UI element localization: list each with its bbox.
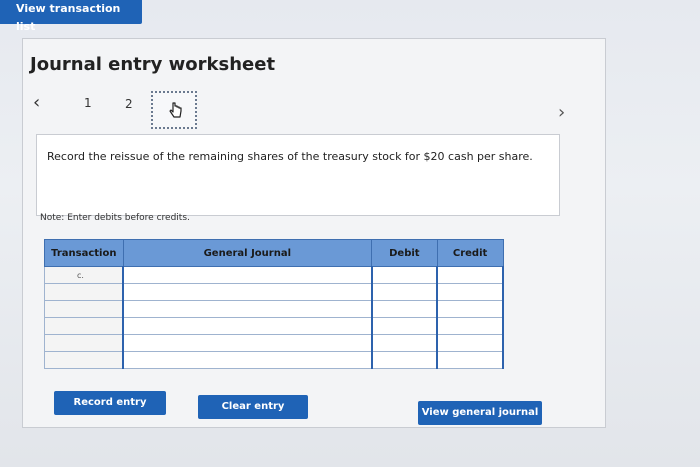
debit-input[interactable]	[371, 334, 439, 352]
record-entry-button[interactable]: Record entry	[54, 391, 166, 415]
table-row	[44, 317, 504, 335]
general-journal-input[interactable]	[122, 334, 373, 352]
credit-header: Credit	[436, 239, 504, 267]
page-1-link[interactable]: 1	[84, 96, 92, 110]
table-row	[44, 351, 504, 369]
table-row	[44, 334, 504, 352]
transaction-cell	[44, 300, 124, 318]
journal-table: Transaction General Journal Debit Credit…	[44, 239, 504, 369]
debit-header: Debit	[371, 239, 438, 267]
transaction-cell	[44, 334, 124, 352]
view-general-journal-button[interactable]: View general journal	[418, 401, 542, 425]
debit-input[interactable]	[371, 351, 439, 369]
transaction-cell	[44, 283, 124, 301]
instruction-text: Record the reissue of the remaining shar…	[47, 150, 533, 163]
general-journal-input[interactable]	[122, 351, 373, 369]
clear-entry-button[interactable]: Clear entry	[198, 395, 308, 419]
transaction-cell	[44, 317, 124, 335]
worksheet-panel	[22, 38, 606, 428]
credit-input[interactable]	[436, 334, 504, 352]
debit-input[interactable]	[371, 266, 439, 284]
credit-input[interactable]	[436, 266, 504, 284]
credit-input[interactable]	[436, 300, 504, 318]
credit-input[interactable]	[436, 351, 504, 369]
page-2-link[interactable]: 2	[125, 97, 133, 111]
view-transaction-list-button[interactable]: View transaction list	[0, 0, 142, 33]
debit-input[interactable]	[371, 317, 439, 335]
chevron-left-icon[interactable]: ‹	[33, 92, 40, 113]
pointing-hand-icon	[169, 102, 182, 118]
debit-input[interactable]	[371, 283, 439, 301]
transaction-header: Transaction	[44, 239, 124, 267]
current-page-box[interactable]	[151, 91, 197, 129]
table-row	[44, 300, 504, 318]
general-journal-input[interactable]	[122, 317, 373, 335]
transaction-cell: c.	[44, 266, 124, 284]
general-journal-header: General Journal	[122, 239, 373, 267]
table-row	[44, 283, 504, 301]
debit-input[interactable]	[371, 300, 439, 318]
general-journal-input[interactable]	[122, 266, 373, 284]
credit-input[interactable]	[436, 283, 504, 301]
page-title: Journal entry worksheet	[30, 54, 276, 75]
table-row: c.	[44, 266, 504, 284]
note-text: Note: Enter debits before credits.	[40, 213, 190, 223]
chevron-right-icon[interactable]: ›	[558, 102, 565, 123]
transaction-cell	[44, 351, 124, 369]
general-journal-input[interactable]	[122, 283, 373, 301]
instruction-box: Record the reissue of the remaining shar…	[36, 134, 560, 216]
general-journal-input[interactable]	[122, 300, 373, 318]
credit-input[interactable]	[436, 317, 504, 335]
